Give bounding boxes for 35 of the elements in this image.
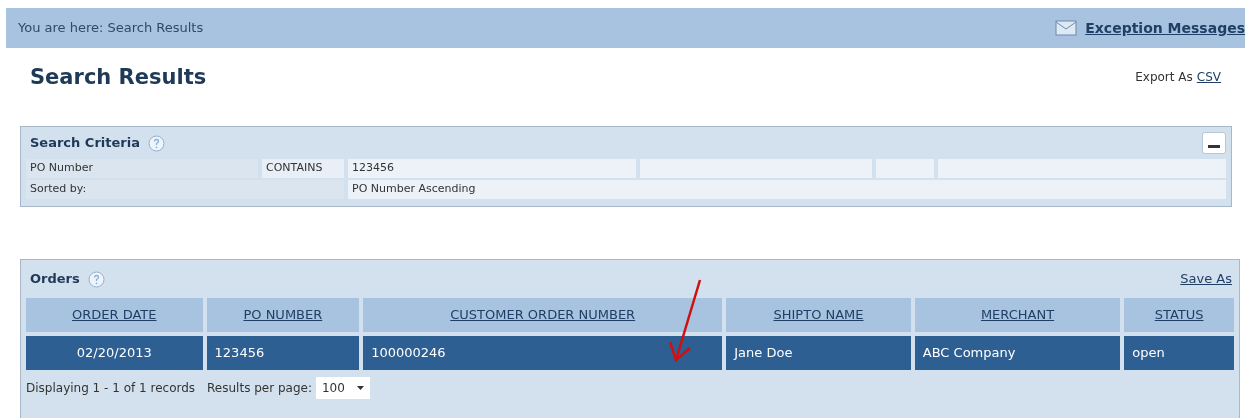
criteria-cell: Sorted by: <box>26 180 344 199</box>
csv-link[interactable]: CSV <box>1196 68 1221 86</box>
table-cell: ABC Company <box>914 336 1121 370</box>
records-count: Displaying 1 - 1 of 1 records <box>26 380 196 397</box>
column-header[interactable]: STATUS <box>1124 298 1234 332</box>
table-cell: open <box>1124 336 1234 370</box>
page-title: Search Results <box>30 64 207 91</box>
table-cell: Jane Doe <box>726 336 911 370</box>
minus-icon <box>1208 145 1220 148</box>
save-as-link[interactable]: Save As <box>1180 269 1232 289</box>
criteria-cell: CONTAINS <box>262 159 344 178</box>
criteria-cell: PO Number <box>26 159 258 178</box>
help-icon[interactable] <box>147 134 165 152</box>
per-page-label: Results per page: <box>207 380 312 397</box>
criteria-cell: 123456 <box>348 159 636 178</box>
table-cell: 100000246 <box>363 336 723 370</box>
column-header[interactable]: ORDER DATE <box>26 298 203 332</box>
panel-title: Orders <box>30 270 80 289</box>
table-cell: 02/20/2013 <box>26 336 203 370</box>
caret-icon <box>356 386 364 390</box>
column-header[interactable]: PO NUMBER <box>206 298 360 332</box>
help-icon[interactable] <box>87 270 105 288</box>
criteria-cell: PO Number Ascending <box>348 180 1226 199</box>
exception-messages-link[interactable]: Exception Messages <box>1085 17 1245 39</box>
breadcrumb: You are here: Search Results <box>18 19 204 38</box>
envelope-icon <box>1055 20 1078 36</box>
empty-cell <box>876 159 934 178</box>
column-header[interactable]: SHIPTO NAME <box>726 298 911 332</box>
column-header[interactable]: CUSTOMER ORDER NUMBER <box>363 298 723 332</box>
column-header[interactable]: MERCHANT <box>914 298 1121 332</box>
export-label: Export As <box>1135 69 1193 86</box>
table-cell: 123456 <box>206 336 360 370</box>
panel-title: Search Criteria <box>30 134 140 153</box>
per-page-dropdown[interactable]: 100 <box>315 377 370 399</box>
collapse-button[interactable] <box>1202 132 1226 154</box>
